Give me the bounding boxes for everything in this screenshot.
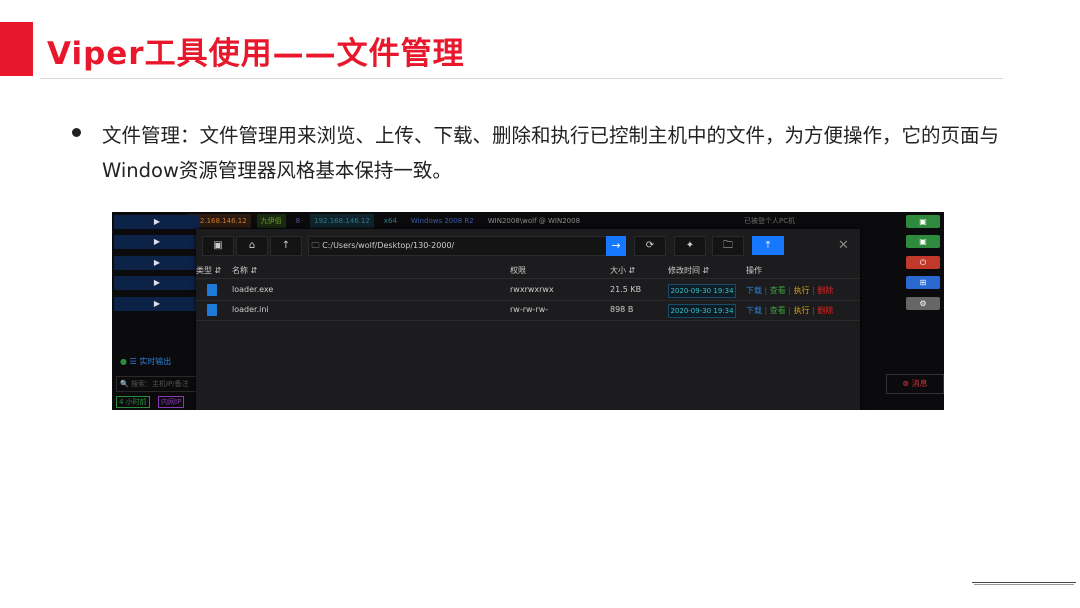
path-value: C:/Users/wolf/Desktop/130-2000/ [322, 241, 455, 250]
settings-icon[interactable]: ⚙ [906, 297, 940, 310]
path-input[interactable]: 🗀 C:/Users/wolf/Desktop/130-2000/ [308, 236, 607, 256]
file-name[interactable]: loader.exe [232, 285, 273, 294]
col-name-label: 名称 [232, 266, 248, 275]
col-header-type[interactable]: 类型 ⇵ [196, 265, 221, 276]
message-label: 消息 [911, 379, 928, 388]
file-actions: 下载 | 查看 | 执行 | 删除 [746, 306, 834, 315]
col-header-perm: 权限 [510, 266, 526, 275]
view-link[interactable]: 查看 [770, 306, 786, 315]
execute-link[interactable]: 执行 [794, 306, 810, 315]
col-type-label: 类型 [196, 266, 212, 275]
row-divider [196, 300, 860, 301]
host-search-input[interactable]: 🔍 搜索：主机IP/备注 [116, 376, 201, 392]
footer-line [974, 584, 1074, 585]
col-size-label: 大小 [610, 266, 626, 275]
session-play-button[interactable]: ▶ [114, 215, 200, 229]
home-icon[interactable]: ⌂ [236, 236, 268, 256]
realtime-output[interactable]: ● ☰ 实时输出 [120, 356, 171, 367]
go-arrow-icon[interactable]: → [606, 236, 626, 256]
title-accent-bar [0, 22, 33, 76]
header-divider [196, 278, 860, 279]
host-internal-ip: 192.168.146.12 [310, 214, 374, 228]
col-mtime-label: 修改时间 [668, 266, 700, 275]
col-header-size[interactable]: 大小 ⇵ [610, 265, 635, 276]
pin-icon[interactable]: ✦ [674, 236, 706, 256]
monitor-icon[interactable]: ▣ [906, 235, 940, 248]
bullet-icon [72, 128, 81, 137]
view-link[interactable]: 查看 [770, 286, 786, 295]
file-mtime: 2020-09-30 19:34 [668, 284, 736, 298]
session-play-button[interactable]: ▶ [114, 297, 200, 311]
file-name[interactable]: loader.ini [232, 305, 269, 314]
delete-link[interactable]: 删除 [817, 286, 833, 295]
download-link[interactable]: 下载 [746, 286, 762, 295]
up-arrow-icon[interactable]: ↑ [270, 236, 302, 256]
slide-title: Viper工具使用——文件管理 [47, 36, 465, 72]
new-folder-icon[interactable]: 🗀 [712, 236, 744, 256]
message-button[interactable]: ⊗ 消息 [886, 374, 944, 394]
monitor-icon[interactable]: ▣ [202, 236, 234, 256]
host-info-row: 192.168.146.12 九伊佰 8 192.168.146.12 x64 Windo… [187, 214, 867, 228]
bullet-text: 文件管理：文件管理用来浏览、上传、下载、删除和执行已控制主机中的文件，为方便操作… [102, 124, 1000, 182]
footer-line [972, 582, 1076, 583]
file-size: 21.5 KB [610, 285, 642, 294]
folder-icon: 🗀 [311, 241, 320, 250]
session-play-button[interactable]: ▶ [114, 276, 200, 290]
file-size: 898 B [610, 305, 634, 314]
col-header-ops: 操作 [746, 266, 762, 275]
session-play-button[interactable]: ▶ [114, 235, 200, 249]
title-divider [40, 78, 1003, 79]
col-header-mtime[interactable]: 修改时间 ⇵ [668, 265, 709, 276]
execute-link[interactable]: 执行 [794, 286, 810, 295]
file-icon [207, 284, 217, 296]
status-ip: 内网IP [158, 396, 185, 408]
refresh-icon[interactable]: ⟳ [634, 236, 666, 256]
file-icon [207, 304, 217, 316]
viper-screenshot: 192.168.146.12 九伊佰 8 192.168.146.12 x64 Windo… [112, 212, 944, 410]
host-tag: 九伊佰 [256, 214, 286, 228]
row-divider [196, 320, 860, 321]
host-arch: x64 [383, 217, 397, 225]
close-icon[interactable]: ✕ [838, 238, 849, 253]
search-placeholder: 搜索：主机IP/备注 [130, 380, 189, 388]
file-perm: rwxrwxrwx [510, 285, 554, 294]
file-mtime: 2020-09-30 19:34 [668, 304, 736, 318]
delete-link[interactable]: 删除 [817, 306, 833, 315]
realtime-output-label: 实时输出 [139, 357, 172, 366]
download-link[interactable]: 下载 [746, 306, 762, 315]
power-icon[interactable]: ⏻ [906, 256, 940, 269]
file-manager-dialog: ▣ ⌂ ↑ 🗀 C:/Users/wolf/Desktop/130-2000/ … [196, 229, 860, 410]
file-actions: 下载 | 查看 | 执行 | 删除 [746, 286, 834, 295]
host-os: Windows 2008 R2 [410, 217, 474, 225]
host-user: WIN2008\wolf @ WIN2008 [487, 217, 581, 225]
host-note: 已被登个人PC机 [744, 217, 796, 225]
col-header-name[interactable]: 名称 ⇵ [232, 265, 257, 276]
windows-icon[interactable]: ⊞ [906, 276, 940, 289]
host-num: 8 [295, 217, 301, 225]
status-time: 4 小时前 [116, 396, 150, 408]
session-play-button[interactable]: ▶ [114, 256, 200, 270]
upload-icon[interactable]: ⤒ [752, 236, 784, 255]
file-perm: rw-rw-rw- [510, 305, 549, 314]
monitor-icon[interactable]: ▣ [906, 215, 940, 228]
